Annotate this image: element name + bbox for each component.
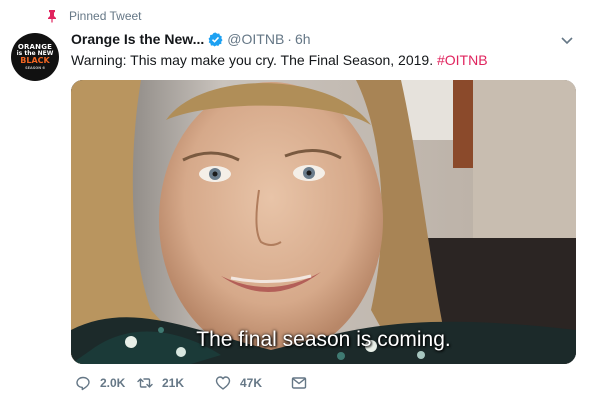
avatar[interactable]: ORANGE is the NEW BLACK SEASON 6 bbox=[11, 33, 59, 81]
video-player[interactable]: The final season is coming. bbox=[71, 80, 576, 364]
verified-badge-icon bbox=[208, 31, 223, 47]
avatar-text-3: BLACK bbox=[20, 55, 50, 65]
tweet-text: Warning: This may make you cry. The Fina… bbox=[71, 52, 488, 68]
envelope-icon bbox=[291, 377, 307, 389]
retweet-icon bbox=[137, 378, 153, 388]
reply-button[interactable]: 2.0K bbox=[75, 375, 135, 391]
hashtag-link[interactable]: #OITNB bbox=[437, 52, 488, 68]
pinned-label: Pinned Tweet bbox=[69, 9, 142, 23]
reply-icon bbox=[76, 376, 90, 391]
pinned-tweet-header: Pinned Tweet bbox=[45, 9, 142, 23]
pin-icon bbox=[48, 10, 56, 23]
video-frame-image bbox=[71, 80, 576, 364]
direct-message-button[interactable] bbox=[291, 375, 316, 391]
tweet-body: Warning: This may make you cry. The Fina… bbox=[71, 52, 437, 68]
like-count: 47K bbox=[240, 376, 263, 390]
timestamp[interactable]: 6h bbox=[295, 31, 311, 47]
retweet-button[interactable]: 21K bbox=[137, 375, 211, 391]
handle[interactable]: @OITNB bbox=[227, 31, 284, 47]
chevron-down-icon[interactable] bbox=[560, 36, 574, 46]
separator-dot: · bbox=[287, 31, 292, 47]
retweet-count: 21K bbox=[162, 376, 185, 390]
reply-count: 2.0K bbox=[100, 376, 126, 390]
display-name[interactable]: Orange Is the New... bbox=[71, 31, 204, 47]
avatar-text-4: SEASON 6 bbox=[25, 65, 45, 70]
tweet-header: Orange Is the New... @OITNB · 6h bbox=[71, 31, 311, 47]
heart-icon bbox=[215, 376, 231, 390]
like-button[interactable]: 47K bbox=[215, 375, 287, 391]
tweet-actions: 2.0K 21K 47K bbox=[71, 375, 316, 391]
video-subtitle: The final season is coming. bbox=[196, 328, 451, 351]
